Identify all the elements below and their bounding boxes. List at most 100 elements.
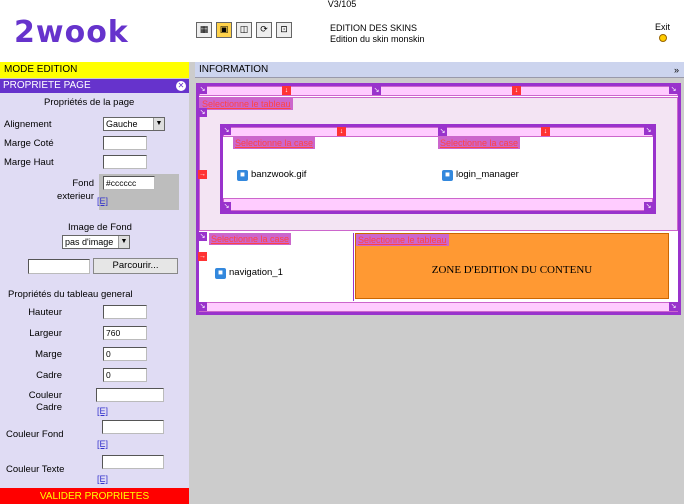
marge-label: Marge	[35, 349, 62, 360]
resize-handle-icon[interactable]: ↘	[372, 86, 381, 95]
largeur-input[interactable]: 760	[103, 326, 147, 340]
texte-color-picker-link[interactable]: [E]	[97, 474, 108, 485]
header: V3/105 2wook ▦ ▣ ◫ ⟳ ⊡ EDITION DES SKINS…	[0, 0, 684, 62]
select-table-link[interactable]: Selectionne le tableau	[356, 234, 449, 246]
cadre-input[interactable]: 0	[103, 368, 147, 382]
select-cell-link[interactable]: Selectionne la case	[209, 233, 292, 245]
cell-login-content: ◼ login_manager	[442, 169, 519, 181]
resize-handle-icon[interactable]: ↘	[644, 126, 653, 135]
information-label: INFORMATION	[199, 64, 269, 75]
content-edit-zone[interactable]: Selectionne le tableau ZONE D'EDITION DU…	[355, 233, 669, 299]
content-zone-label: ZONE D'EDITION DU CONTENU	[431, 264, 593, 276]
panel-title-label: PROPRIETE PAGE	[3, 80, 91, 91]
marge-input[interactable]: 0	[103, 347, 147, 361]
fond-color2-picker-link[interactable]: [E]	[97, 439, 108, 450]
validate-properties-button[interactable]: VALIDER PROPRIETES	[0, 488, 189, 504]
bottom-row-bar	[199, 302, 678, 312]
cell-banner[interactable]: Selectionne la case ◼ banzwook.gif	[233, 137, 436, 197]
exterieur-label: exterieur	[57, 191, 94, 202]
table-props-title: Propriétés du tableau general	[8, 289, 133, 300]
page-subtitle: Edition du skin monskin	[330, 34, 425, 44]
insert-row-icon[interactable]: ↓	[282, 86, 291, 95]
top-row-bar	[199, 86, 678, 96]
chevron-down-icon: ▼	[118, 236, 129, 248]
align-value: Gauche	[106, 119, 138, 129]
box-icon[interactable]: ▣	[216, 22, 232, 38]
login-module-name: login_manager	[456, 169, 519, 180]
resize-handle-icon[interactable]: ↘	[198, 108, 207, 117]
layout-icon[interactable]: ▦	[196, 22, 212, 38]
toolbar: ▦ ▣ ◫ ⟳ ⊡	[196, 22, 292, 38]
cell-banner-content: ◼ banzwook.gif	[237, 169, 306, 181]
banner-filename: banzwook.gif	[251, 169, 307, 180]
insert-column-icon[interactable]: →	[198, 252, 207, 261]
marge-haut-input[interactable]	[103, 155, 147, 169]
cell-login[interactable]: Selectionne la case ◼ login_manager	[438, 137, 642, 197]
couleur-label: Couleur	[28, 390, 62, 401]
image-fond-select[interactable]: pas d'image ▼	[62, 235, 130, 249]
fond-color-picker-link[interactable]: [E]	[97, 196, 108, 207]
fond-label: Fond	[72, 178, 94, 189]
inner-table: ↘ ↓ ↘ ↓ ↘ Selectionne la case ◼ banzwook…	[220, 124, 656, 214]
inner-bottom-bar	[223, 198, 653, 211]
exit-icon	[658, 34, 667, 42]
close-icon[interactable]: ✕	[176, 81, 186, 91]
properties-panel: PROPRIETE PAGE ✕ Propriétés de la page A…	[0, 79, 189, 504]
version-label: V3/105	[327, 0, 357, 8]
mode-edition-bar: MODE EDITION	[0, 62, 189, 78]
browse-button[interactable]: Parcourir...	[93, 258, 178, 274]
zoom-icon[interactable]: ⊡	[276, 22, 292, 38]
insert-column-icon[interactable]: →	[198, 170, 207, 179]
select-table-link[interactable]: Selectionne le tableau	[200, 98, 293, 110]
insert-row-icon[interactable]: ↓	[512, 86, 521, 95]
resize-handle-icon[interactable]: ↘	[198, 232, 207, 241]
information-bar: INFORMATION »	[195, 62, 684, 78]
resize-handle-icon[interactable]: ↘	[669, 302, 678, 311]
insert-row-icon[interactable]: ↓	[541, 127, 550, 136]
refresh-icon[interactable]: ⟳	[256, 22, 272, 38]
marge-cote-label: Marge Coté	[4, 138, 54, 149]
marge-cote-input[interactable]	[103, 136, 147, 150]
resize-handle-icon[interactable]: ↘	[222, 202, 231, 211]
resize-handle-icon[interactable]: ↘	[198, 85, 207, 94]
hauteur-label: Hauteur	[28, 307, 62, 318]
module-icon: ◼	[442, 169, 453, 181]
cadre2-label: Cadre	[36, 402, 62, 413]
resize-handle-icon[interactable]: ↘	[198, 302, 207, 311]
image-icon: ◼	[237, 169, 248, 181]
navigation-icon: ◼	[215, 267, 226, 279]
file-input[interactable]	[28, 259, 90, 274]
select-cell-link[interactable]: Selectionne la case	[438, 137, 521, 149]
image-fond-label: Image de Fond	[68, 222, 132, 233]
app-logo[interactable]: 2wook	[14, 18, 129, 48]
resize-handle-icon[interactable]: ↘	[644, 202, 653, 211]
exit-button[interactable]: Exit	[655, 22, 670, 42]
cadre-label: Cadre	[36, 370, 62, 381]
couleur-texte-input[interactable]	[102, 455, 164, 469]
page-props-title: Propriétés de la page	[44, 97, 135, 108]
align-label: Alignement	[4, 119, 52, 130]
resize-handle-icon[interactable]: ↘	[222, 126, 231, 135]
couleur-fond-label: Couleur Fond	[6, 429, 64, 440]
chevron-down-icon[interactable]: »	[674, 62, 679, 78]
insert-row-icon[interactable]: ↓	[337, 127, 346, 136]
fond-exterieur-input[interactable]: #cccccc	[103, 176, 155, 190]
align-select[interactable]: Gauche ▼	[103, 117, 165, 131]
resize-handle-icon[interactable]: ↘	[669, 85, 678, 94]
cadre-color-picker-link[interactable]: [E]	[97, 406, 108, 417]
select-cell-link[interactable]: Selectionne la case	[233, 137, 316, 149]
couleur-fond-input[interactable]	[102, 420, 164, 434]
resize-handle-icon[interactable]: ↘	[438, 127, 447, 136]
hauteur-input[interactable]	[103, 305, 147, 319]
cell-navigation-content: ◼ navigation_1	[215, 267, 283, 279]
header-title-block: EDITION DES SKINS Edition du skin monski…	[330, 23, 425, 45]
image-fond-value: pas d'image	[65, 237, 114, 247]
exit-label: Exit	[655, 22, 671, 32]
images-icon[interactable]: ◫	[236, 22, 252, 38]
page-title: EDITION DES SKINS	[330, 23, 418, 33]
skin-layout-table: ↘ ↓ ↘ ↓ ↘ Selectionne le tableau ↘ → ↘ ↓…	[196, 83, 681, 315]
chevron-down-icon: ▼	[153, 118, 164, 130]
largeur-label: Largeur	[29, 328, 62, 339]
couleur-cadre-input[interactable]	[96, 388, 164, 402]
cell-navigation[interactable]: Selectionne la case ◼ navigation_1	[209, 233, 354, 301]
